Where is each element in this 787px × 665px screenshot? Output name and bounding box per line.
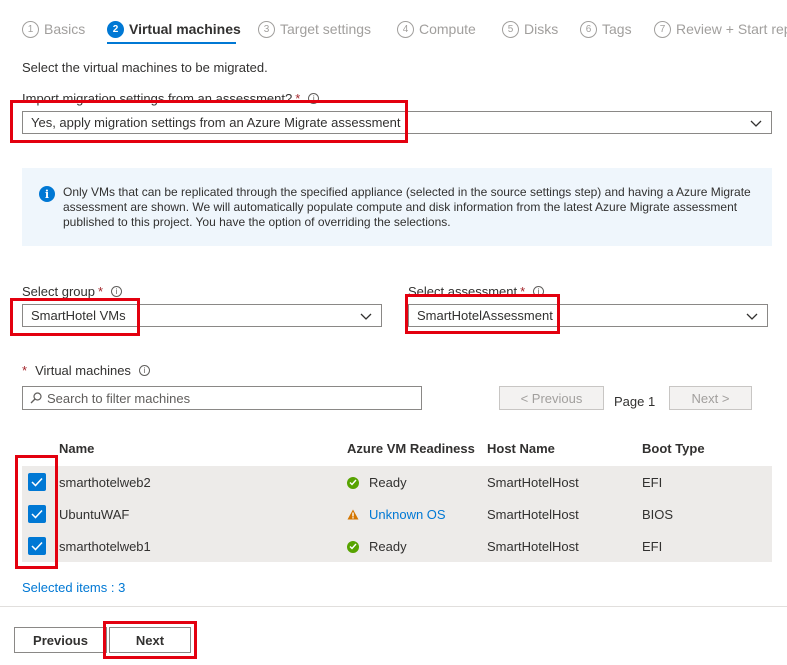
info-message-text: Only VMs that can be replicated through … — [63, 185, 751, 229]
vm-boot-type: BIOS — [642, 507, 674, 522]
search-icon — [30, 392, 42, 404]
highlight-box — [10, 298, 140, 336]
column-header-host[interactable]: Host Name — [487, 441, 555, 456]
highlight-box — [15, 455, 58, 569]
check-circle-icon — [347, 476, 359, 489]
table-row[interactable]: UbuntuWAF Unknown OS SmartHotelHost BIOS — [22, 498, 772, 530]
selected-items-link[interactable]: Selected items : 3 — [22, 580, 125, 595]
readiness-link[interactable]: Unknown OS — [369, 507, 446, 522]
vm-boot-type: EFI — [642, 539, 663, 554]
group-label: Select group * i — [22, 284, 123, 299]
table-row[interactable]: smarthotelweb2 Ready SmartHotelHost EFI — [22, 466, 772, 498]
vm-host: SmartHotelHost — [487, 475, 579, 490]
vm-host: SmartHotelHost — [487, 507, 579, 522]
warning-icon — [347, 509, 359, 520]
check-circle-icon — [347, 540, 359, 553]
column-header-boot[interactable]: Boot Type — [642, 441, 705, 456]
step-number: 5 — [502, 20, 519, 38]
step-number: 2 — [107, 20, 124, 38]
step-number: 4 — [397, 20, 414, 38]
tab-target-settings[interactable]: 3 Target settings — [258, 18, 371, 40]
highlight-box — [405, 294, 560, 334]
group-label-text: Select group — [22, 284, 95, 299]
previous-page-button[interactable]: < Previous — [499, 386, 604, 410]
tab-label: Tags — [602, 21, 632, 37]
tab-label: Review + Start rep — [676, 21, 787, 37]
vm-boot-type: EFI — [642, 475, 663, 490]
intro-text: Select the virtual machines to be migrat… — [22, 60, 268, 75]
tab-compute[interactable]: 4 Compute — [397, 18, 476, 40]
column-header-name[interactable]: Name — [59, 441, 94, 456]
chevron-down-icon — [360, 313, 372, 320]
step-number: 6 — [580, 20, 597, 38]
search-placeholder: Search to filter machines — [47, 390, 191, 406]
tab-label: Disks — [524, 21, 559, 37]
readiness-text: Ready — [369, 539, 407, 554]
info-message-bar: i Only VMs that can be replicated throug… — [22, 168, 772, 246]
tab-virtual-machines[interactable]: 2 Virtual machines — [107, 18, 241, 40]
previous-button[interactable]: Previous — [14, 627, 107, 653]
tab-label: Virtual machines — [129, 21, 241, 37]
next-page-button[interactable]: Next > — [669, 386, 752, 410]
vms-label-text: Virtual machines — [35, 363, 131, 378]
step-number: 7 — [654, 20, 671, 38]
active-tab-underline — [107, 42, 236, 44]
tab-disks[interactable]: 5 Disks — [502, 18, 558, 40]
tab-tags[interactable]: 6 Tags — [580, 18, 632, 40]
vm-name: smarthotelweb1 — [59, 539, 151, 554]
tab-label: Target settings — [280, 21, 372, 37]
chevron-down-icon — [746, 313, 758, 320]
step-number: 1 — [22, 20, 39, 38]
tab-basics[interactable]: 1 Basics — [22, 18, 85, 40]
vm-readiness[interactable]: Unknown OS — [347, 507, 446, 522]
readiness-text: Ready — [369, 475, 407, 490]
highlight-box — [10, 100, 408, 143]
search-input[interactable]: Search to filter machines — [22, 386, 422, 410]
chevron-down-icon — [750, 120, 762, 127]
vm-readiness: Ready — [347, 539, 407, 554]
vm-name: UbuntuWAF — [59, 507, 130, 522]
vms-label: * Virtual machines i — [22, 363, 150, 378]
info-icon: i — [39, 186, 55, 202]
required-asterisk: * — [98, 284, 104, 299]
tab-review-start[interactable]: 7 Review + Start rep — [654, 18, 787, 40]
highlight-box — [103, 621, 197, 659]
info-icon[interactable]: i — [138, 365, 150, 377]
table-row[interactable]: smarthotelweb1 Ready SmartHotelHost EFI — [22, 530, 772, 562]
info-icon[interactable]: i — [111, 286, 123, 298]
page-indicator: Page 1 — [614, 394, 656, 409]
vm-readiness: Ready — [347, 475, 407, 490]
required-asterisk: * — [22, 363, 28, 378]
footer-divider — [0, 606, 787, 607]
vm-name: smarthotelweb2 — [59, 475, 151, 490]
vm-host: SmartHotelHost — [487, 539, 579, 554]
column-header-readiness[interactable]: Azure VM Readiness — [347, 441, 475, 456]
step-number: 3 — [258, 20, 275, 38]
tab-label: Basics — [44, 21, 86, 37]
tab-label: Compute — [419, 21, 476, 37]
